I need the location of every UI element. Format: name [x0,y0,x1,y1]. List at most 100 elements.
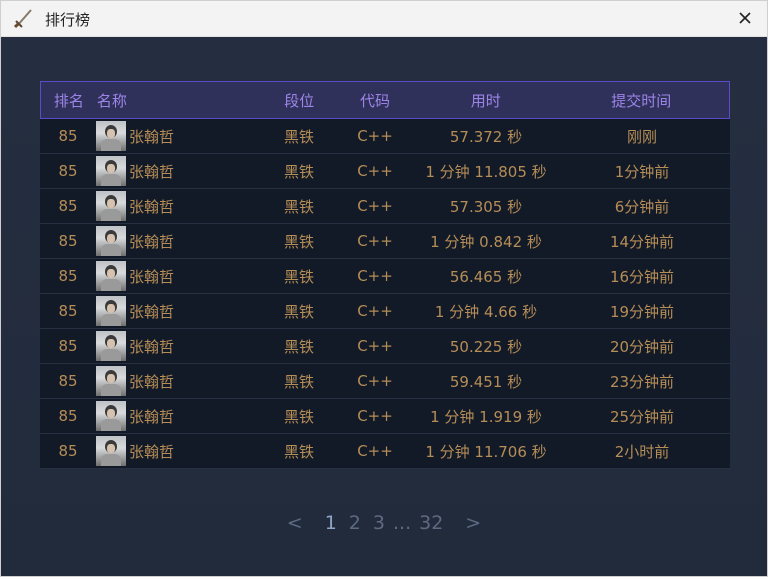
tier-cell: 黑铁 [283,197,314,216]
time-cell: 50.225 秒 [449,337,523,356]
rank-cell: 85 [58,302,78,320]
page-3-button[interactable]: 3 [373,512,385,534]
user-name: 张翰哲 [129,232,175,251]
user-name: 张翰哲 [129,372,175,391]
user-name: 张翰哲 [129,267,175,286]
avatar [96,366,126,396]
header-tier: 段位 [284,91,315,110]
table-row[interactable]: 85 张翰哲 黑铁 C++ 57.305 秒 6分钟前 [40,189,730,224]
table-body: 85 张翰哲 黑铁 C++ 57.372 秒刚刚 85 张翰哲 黑铁 C++ 1 分钟 11.80… [40,119,730,469]
pagination: < 1 2 3 ... 32 > [1,512,767,534]
sword-icon [13,7,35,29]
avatar [96,261,126,291]
header-name: 名称 [96,91,127,110]
tier-cell: 黑铁 [283,162,314,181]
name-cell: 张翰哲 [96,226,266,256]
rank-cell: 85 [58,337,78,355]
table-row[interactable]: 85 张翰哲 黑铁 C++ 59.451 秒 23分钟前 [40,364,730,399]
page-2-button[interactable]: 2 [349,512,361,534]
table-row[interactable]: 85 张翰哲 黑铁 C++ 57.372 秒 刚刚 [40,119,730,154]
name-cell: 张翰哲 [96,296,266,326]
prev-page-button[interactable]: < [287,512,303,534]
submit-time-cell: 1分钟前 [614,162,670,181]
next-page-button[interactable]: > [465,512,481,534]
name-cell: 张翰哲 [96,121,266,151]
code-cell[interactable]: C++ [332,302,418,320]
table-row[interactable]: 85 张翰哲 黑铁 C++ 1 分钟 0.842 秒 14分钟前 [40,224,730,259]
rank-cell: 85 [58,372,78,390]
code-cell[interactable]: C++ [332,337,418,355]
user-name: 张翰哲 [129,302,175,321]
code-cell[interactable]: C++ [332,267,418,285]
title-bar: 排行榜 [1,1,767,37]
leaderboard-window: 排行榜 排名 名称 段位 代码 用时 提交时间 85 张翰哲 黑铁 C++ 57.372… [0,0,768,577]
avatar [96,401,126,431]
page-last-button[interactable]: 32 [419,512,443,534]
rank-cell: 85 [58,197,78,215]
name-cell: 张翰哲 [96,191,266,221]
table-row[interactable]: 85 张翰哲 黑铁 C++ 1 分钟 4.66 秒 19分钟前 [40,294,730,329]
avatar [96,226,126,256]
table-row[interactable]: 85 张翰哲 黑铁 C++ 1 分钟 11.706 秒 2小时前 [40,434,730,469]
close-button[interactable] [733,7,757,31]
user-name: 张翰哲 [129,407,175,426]
header-code: 代码 [360,91,391,110]
submit-time-cell: 刚刚 [626,127,657,146]
code-cell[interactable]: C++ [332,372,418,390]
submit-time-cell: 2小时前 [614,442,670,461]
name-cell: 张翰哲 [96,436,266,466]
table-row[interactable]: 85 张翰哲 黑铁 C++ 50.225 秒 20分钟前 [40,329,730,364]
time-cell: 1 分钟 11.805 秒 [425,162,547,181]
avatar [96,121,126,151]
name-cell: 张翰哲 [96,156,266,186]
avatar [96,156,126,186]
content-area: 排名 名称 段位 代码 用时 提交时间 85 张翰哲 黑铁 C++ 57.372 秒刚刚… [1,38,767,576]
code-cell[interactable]: C++ [332,197,418,215]
tier-cell: 黑铁 [283,267,314,286]
table-row[interactable]: 85 张翰哲 黑铁 C++ 1 分钟 1.919 秒 25分钟前 [40,399,730,434]
avatar [96,436,126,466]
time-cell: 1 分钟 11.706 秒 [425,442,547,461]
user-name: 张翰哲 [129,127,175,146]
name-cell: 张翰哲 [96,366,266,396]
header-time: 用时 [470,91,501,110]
user-name: 张翰哲 [129,162,175,181]
rank-cell: 85 [58,162,78,180]
table-row[interactable]: 85 张翰哲 黑铁 C++ 1 分钟 11.805 秒 1分钟前 [40,154,730,189]
code-cell[interactable]: C++ [332,442,418,460]
user-name: 张翰哲 [129,197,175,216]
rank-cell: 85 [58,407,78,425]
page-1-button[interactable]: 1 [325,512,337,534]
name-cell: 张翰哲 [96,261,266,291]
code-cell[interactable]: C++ [332,127,418,145]
submit-time-cell: 25分钟前 [609,407,675,426]
submit-time-cell: 23分钟前 [609,372,675,391]
avatar [96,191,126,221]
user-name: 张翰哲 [129,442,175,461]
header-submit-time: 提交时间 [611,91,672,110]
window-title: 排行榜 [45,11,91,29]
time-cell: 1 分钟 4.66 秒 [434,302,538,321]
rank-cell: 85 [58,127,78,145]
tier-cell: 黑铁 [283,442,314,461]
user-name: 张翰哲 [129,337,175,356]
pagination-ellipsis: ... [392,512,412,534]
tier-cell: 黑铁 [283,232,314,251]
submit-time-cell: 20分钟前 [609,337,675,356]
code-cell[interactable]: C++ [332,407,418,425]
avatar [96,296,126,326]
submit-time-cell: 14分钟前 [609,232,675,251]
time-cell: 59.451 秒 [449,372,523,391]
table-row[interactable]: 85 张翰哲 黑铁 C++ 56.465 秒 16分钟前 [40,259,730,294]
name-cell: 张翰哲 [96,401,266,431]
rank-cell: 85 [58,442,78,460]
time-cell: 1 分钟 1.919 秒 [430,407,542,426]
avatar [96,331,126,361]
code-cell[interactable]: C++ [332,162,418,180]
table-header: 排名 名称 段位 代码 用时 提交时间 [40,81,730,119]
name-cell: 张翰哲 [96,331,266,361]
leaderboard-table: 排名 名称 段位 代码 用时 提交时间 85 张翰哲 黑铁 C++ 57.372 秒刚刚… [40,81,730,469]
time-cell: 57.305 秒 [449,197,523,216]
rank-cell: 85 [58,267,78,285]
code-cell[interactable]: C++ [332,232,418,250]
